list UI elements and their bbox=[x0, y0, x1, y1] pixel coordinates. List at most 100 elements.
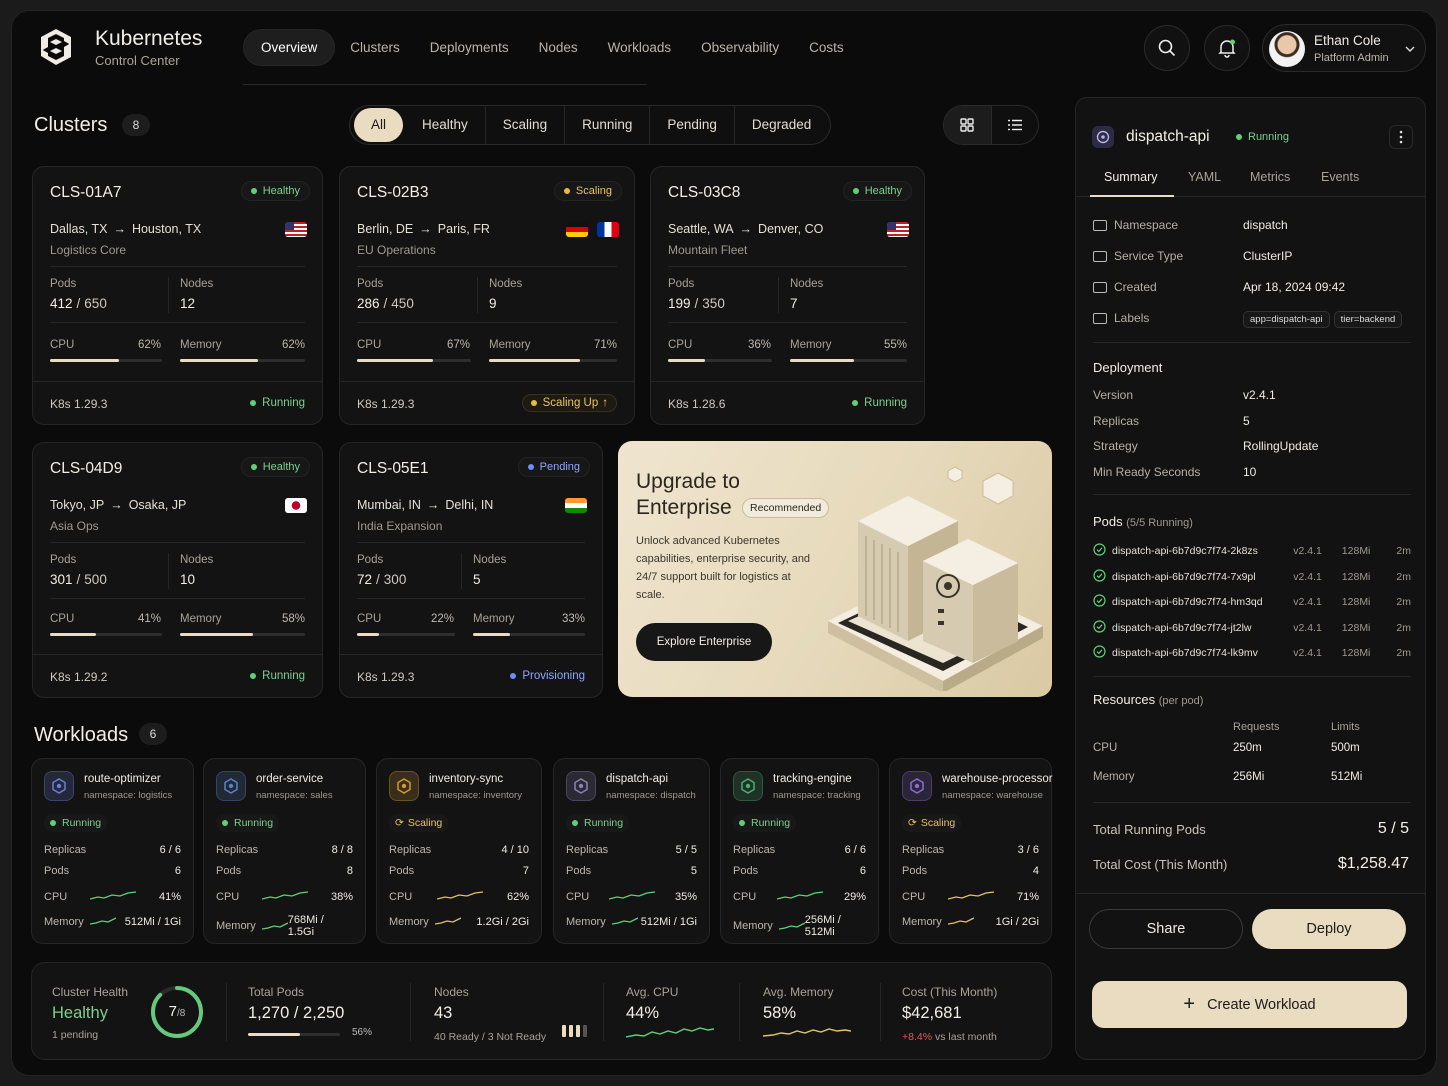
pods-label: Pods bbox=[357, 554, 384, 566]
pod-age: 2m bbox=[1396, 596, 1411, 609]
workload-card[interactable]: order-service namespace: sales Running Repl… bbox=[203, 758, 366, 944]
pods-value: 5 bbox=[690, 865, 697, 877]
cluster-card[interactable]: CLS-04D9 Healthy Tokyo, JP → Osaka, JP Asia O… bbox=[32, 442, 323, 698]
deploy-button[interactable]: Deploy bbox=[1252, 909, 1406, 949]
sync-icon: ⟳ bbox=[908, 817, 917, 829]
meta-key: Namespace bbox=[1093, 218, 1243, 232]
divider bbox=[410, 983, 411, 1041]
pod-row[interactable]: dispatch-api-6b7d9c7f74-lk9mv v2.4.1 128Mi… bbox=[1093, 645, 1411, 661]
filter-degraded[interactable]: Degraded bbox=[733, 106, 828, 144]
pod-name: dispatch-api-6b7d9c7f74-jt2lw bbox=[1112, 621, 1252, 634]
divider bbox=[1076, 893, 1425, 894]
replicas-row: Replicas 6 / 6 bbox=[44, 844, 181, 856]
pod-name: dispatch-api-6b7d9c7f74-7x9pl bbox=[1112, 570, 1256, 583]
memory-row: Memory 768Mi / 1.5Gi bbox=[216, 914, 353, 938]
pod-row[interactable]: dispatch-api-6b7d9c7f74-jt2lw v2.4.1 128Mi… bbox=[1093, 620, 1411, 636]
cluster-card[interactable]: CLS-03C8 Healthy Seattle, WA → Denver, CO Mou… bbox=[650, 166, 925, 425]
panel-title: dispatch-api bbox=[1126, 128, 1210, 145]
create-workload-button[interactable]: + Create Workload bbox=[1092, 981, 1407, 1028]
pod-row[interactable]: dispatch-api-6b7d9c7f74-7x9pl v2.4.1 128Mi… bbox=[1093, 568, 1411, 585]
resource-limit: 512Mi bbox=[1331, 771, 1363, 783]
nav-observability[interactable]: Observability bbox=[686, 30, 794, 65]
cpu-sparkline bbox=[89, 889, 137, 904]
nodes-bars-icon bbox=[562, 1025, 587, 1037]
deployment-value: v2.4.1 bbox=[1243, 388, 1276, 402]
pods-max: 450 bbox=[391, 296, 414, 311]
status-text: Healthy bbox=[262, 185, 300, 197]
resources-title-text: Resources bbox=[1093, 692, 1156, 707]
share-button[interactable]: Share bbox=[1089, 909, 1243, 949]
route-to: Osaka, JP bbox=[128, 498, 187, 512]
run-dot bbox=[250, 672, 257, 679]
tab-yaml[interactable]: YAML bbox=[1188, 170, 1221, 184]
pods-sub: (5/5 Running) bbox=[1126, 517, 1193, 529]
more-vertical-icon bbox=[1399, 130, 1403, 144]
pod-version: v2.4.1 bbox=[1293, 621, 1322, 634]
tab-metrics[interactable]: Metrics bbox=[1250, 170, 1290, 184]
cluster-card[interactable]: CLS-02B3 Scaling Berlin, DE → Paris, FR EU Op… bbox=[339, 166, 635, 425]
nav-deployments[interactable]: Deployments bbox=[415, 30, 524, 65]
workload-card[interactable]: route-optimizer namespace: logistics Runni… bbox=[31, 758, 194, 944]
pods-max: 300 bbox=[383, 572, 407, 587]
replicas-label: Replicas bbox=[389, 844, 432, 856]
cluster-card[interactable]: CLS-05E1 Pending Mumbai, IN → Delhi, IN India… bbox=[339, 442, 603, 698]
health-sub: 1 pending bbox=[52, 1029, 99, 1041]
cluster-region: EU Operations bbox=[357, 243, 436, 257]
tab-summary[interactable]: Summary bbox=[1104, 170, 1157, 184]
health-value: Healthy bbox=[52, 1004, 108, 1022]
tab-events[interactable]: Events bbox=[1321, 170, 1359, 184]
pods-count: 72 bbox=[357, 572, 373, 587]
cpu-label: CPU bbox=[733, 890, 757, 903]
cpu-pct: 62% bbox=[137, 339, 161, 351]
explore-enterprise-button[interactable]: Explore Enterprise bbox=[636, 623, 772, 661]
pod-row[interactable]: dispatch-api-6b7d9c7f74-2k8zs v2.4.1 128Mi… bbox=[1093, 543, 1411, 559]
divider bbox=[168, 553, 169, 589]
memory-bar bbox=[790, 359, 907, 362]
status-dot bbox=[572, 820, 578, 827]
workload-card[interactable]: warehouse-processor namespace: warehouse ⟳… bbox=[889, 758, 1053, 944]
run-status: Provisioning bbox=[510, 670, 585, 682]
pods-label: Pods bbox=[902, 865, 928, 877]
notifications-button[interactable] bbox=[1204, 25, 1250, 71]
hexagon-icon bbox=[52, 778, 66, 794]
workload-status: Running bbox=[733, 814, 797, 832]
nav-workloads[interactable]: Workloads bbox=[593, 30, 687, 65]
search-button[interactable] bbox=[1144, 25, 1190, 71]
nav-divider bbox=[243, 84, 647, 85]
meta-key: Created bbox=[1093, 280, 1243, 294]
pod-version: v2.4.1 bbox=[1293, 596, 1322, 609]
filter-running[interactable]: Running bbox=[564, 106, 649, 144]
pod-name: dispatch-api-6b7d9c7f74-lk9mv bbox=[1112, 647, 1258, 660]
k8s-version: K8s 1.29.3 bbox=[50, 397, 108, 411]
cluster-card[interactable]: CLS-01A7 Healthy Dallas, TX → Houston, TX Log… bbox=[32, 166, 323, 425]
memory-label: Memory bbox=[902, 915, 942, 928]
filter-healthy[interactable]: Healthy bbox=[405, 106, 485, 144]
pod-row[interactable]: dispatch-api-6b7d9c7f74-hm3qd v2.4.1 128Mi… bbox=[1093, 594, 1411, 610]
grid-view-button[interactable] bbox=[944, 106, 992, 144]
route-to: Houston, TX bbox=[131, 222, 202, 236]
nav-overview[interactable]: Overview bbox=[243, 29, 336, 66]
filter-pending[interactable]: Pending bbox=[649, 106, 734, 144]
resource-request: 256Mi bbox=[1233, 771, 1265, 783]
user-menu[interactable]: Ethan Cole Platform Admin bbox=[1262, 24, 1426, 72]
nav-clusters[interactable]: Clusters bbox=[335, 30, 415, 65]
pods-label: Pods bbox=[50, 278, 77, 290]
replicas-label: Replicas bbox=[902, 844, 945, 856]
pods-value: 301/500 bbox=[50, 572, 107, 587]
filter-all[interactable]: All bbox=[354, 108, 404, 142]
panel-status: Running bbox=[1236, 131, 1289, 143]
nav-costs[interactable]: Costs bbox=[794, 30, 859, 65]
more-options-button[interactable] bbox=[1389, 125, 1413, 149]
pods-label: Pods bbox=[566, 865, 592, 877]
workload-card[interactable]: inventory-sync namespace: inventory ⟳ Scali… bbox=[376, 758, 542, 944]
filter-scaling[interactable]: Scaling bbox=[484, 106, 564, 144]
cluster-route: Tokyo, JP → Osaka, JP bbox=[50, 498, 186, 512]
workload-card[interactable]: tracking-engine namespace: tracking Runnin… bbox=[720, 758, 879, 944]
arrow-up-icon: ↑ bbox=[602, 397, 608, 409]
workload-card[interactable]: dispatch-api namespace: dispatch Running Re… bbox=[553, 758, 710, 944]
pods-title-text: Pods bbox=[1093, 514, 1123, 529]
pods-separator: / bbox=[694, 296, 699, 311]
nav-nodes[interactable]: Nodes bbox=[524, 30, 593, 65]
total-pods-label: Total Running Pods bbox=[1093, 822, 1206, 837]
list-view-button[interactable] bbox=[992, 106, 1039, 144]
